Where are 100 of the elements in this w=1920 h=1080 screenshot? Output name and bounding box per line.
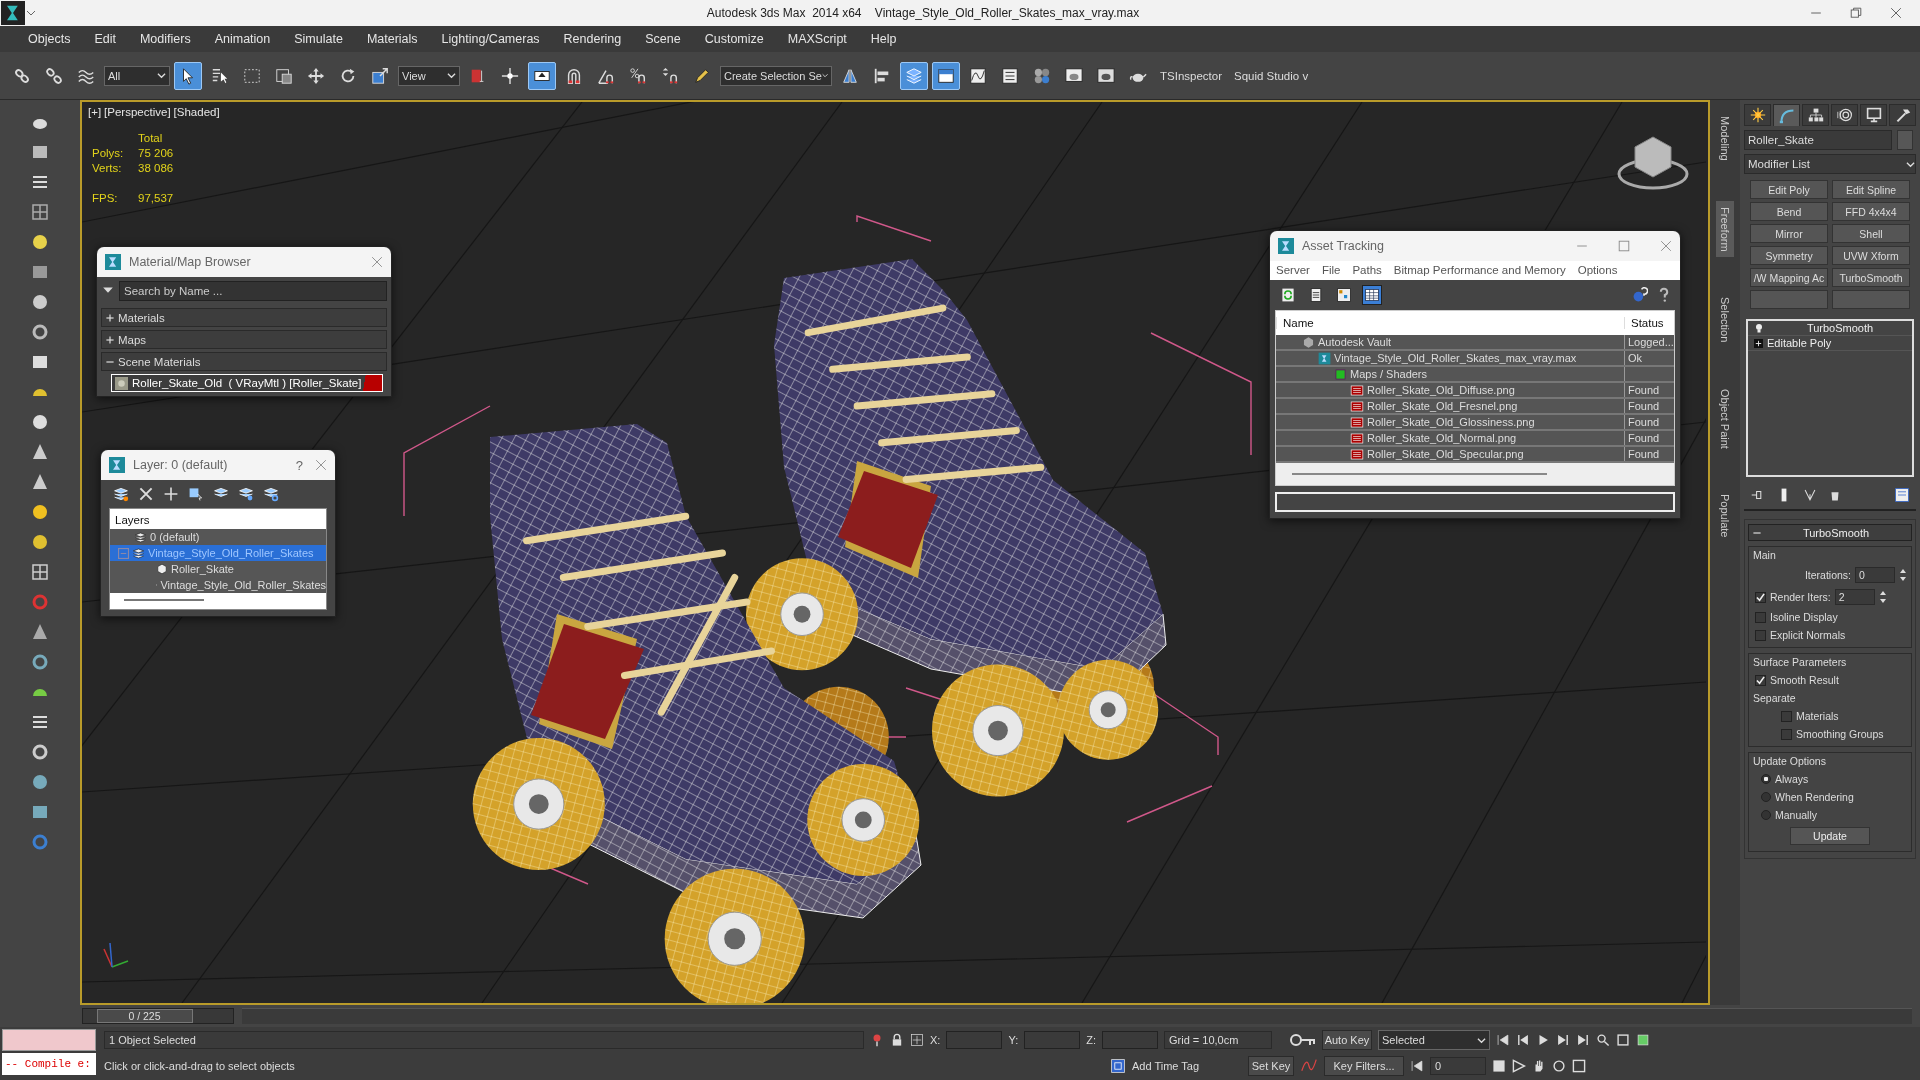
asset-name: Maps / Shaders: [1350, 368, 1428, 380]
frame-field[interactable]: 0: [1430, 1057, 1486, 1075]
stats-value: 38 086: [138, 162, 174, 174]
menu-item[interactable]: Animation: [202, 32, 283, 46]
checkbox-label: Isoline Display: [1770, 611, 1838, 623]
group-header[interactable]: Scene Materials: [101, 352, 387, 371]
asset-row[interactable]: Vintage_Style_Old_Roller_Skates_max_vray.max Ok: [1276, 351, 1674, 367]
group-header[interactable]: Materials: [101, 308, 387, 327]
modifier-button[interactable]: Symmetry: [1750, 246, 1828, 265]
viewport-label[interactable]: [+]: [88, 106, 102, 118]
viewport-label[interactable]: [Shaded]: [173, 106, 220, 118]
asset-status: Found: [1624, 447, 1674, 461]
viewport-label[interactable]: [Perspective]: [104, 106, 171, 118]
group-title: Update Options: [1753, 755, 1827, 767]
stats-label: Polys:: [92, 147, 125, 159]
asset-name: Roller_Skate_Old_Normal.png: [1367, 432, 1517, 444]
asset-name: Roller_Skate_Old_Fresnel.png: [1367, 400, 1518, 412]
menu-item[interactable]: MAXScript: [775, 32, 859, 46]
stack-item[interactable]: TurboSmooth: [1748, 321, 1912, 336]
ribbon-tab[interactable]: Modeling: [1716, 110, 1734, 167]
menu-item[interactable]: Modifiers: [127, 32, 203, 46]
menu-item[interactable]: File: [1321, 264, 1341, 276]
menu-item[interactable]: Simulate: [282, 32, 355, 46]
menu-item[interactable]: Objects: [16, 32, 83, 46]
window-title: Material/Map Browser: [129, 255, 252, 269]
layer-row[interactable]: 0 (default): [110, 529, 326, 545]
toolbar-dropdown[interactable]: View: [398, 65, 460, 86]
toolbar-dropdown[interactable]: All: [104, 65, 170, 86]
modifier-button[interactable]: /W Mapping Ac: [1750, 268, 1828, 287]
toolbar-tab[interactable]: Squid Studio v: [1230, 69, 1313, 82]
layer-row[interactable]: Roller_Skate: [110, 561, 326, 577]
object-name-field[interactable]: Roller_Skate: [1744, 130, 1892, 150]
asset-row[interactable]: Maps / Shaders: [1276, 367, 1674, 383]
radio-label: Manually: [1775, 809, 1818, 821]
menu-item[interactable]: Materials: [354, 32, 430, 46]
modifier-button[interactable]: Bend: [1750, 202, 1828, 221]
asset-row[interactable]: Autodesk Vault Logged...: [1276, 335, 1674, 351]
stats-header: Total: [138, 132, 164, 144]
time-slider[interactable]: 0 / 225: [82, 1008, 234, 1024]
modifier-button[interactable]: FFD 4x4x4: [1832, 202, 1910, 221]
search-field[interactable]: Search by Name ...: [119, 281, 387, 301]
ribbon-tab[interactable]: Freeform: [1716, 200, 1734, 258]
column-header[interactable]: Name: [1276, 317, 1624, 329]
group-title: Main: [1753, 549, 1777, 561]
group-header[interactable]: Maps: [101, 330, 387, 349]
material-item[interactable]: Roller_Skate_Old ( VRayMtl ) [Roller_Skate]: [111, 374, 383, 392]
modifier-button[interactable]: Edit Spline: [1832, 180, 1910, 199]
key-filters-button[interactable]: Key Filters...: [1324, 1056, 1404, 1076]
menu-item[interactable]: Rendering: [551, 32, 634, 46]
menu-item[interactable]: Customize: [692, 32, 776, 46]
modifier-button[interactable]: Edit Poly: [1750, 180, 1828, 199]
modifier-button[interactable]: TurboSmooth: [1832, 268, 1910, 287]
update-button[interactable]: Update: [1790, 827, 1870, 845]
menu-item[interactable]: Edit: [82, 32, 128, 46]
layer-row[interactable]: Vintage_Style_Old_Roller_Skates: [110, 577, 326, 593]
stats-value: 75 206: [138, 147, 174, 159]
menu-item[interactable]: Options: [1577, 264, 1618, 276]
spinner-field[interactable]: 0: [1855, 567, 1895, 583]
modifier-list-dropdown[interactable]: Modifier List: [1744, 154, 1916, 174]
asset-status: Ok: [1624, 351, 1674, 365]
column-header[interactable]: Status: [1624, 317, 1674, 329]
ribbon-tab[interactable]: Object Paint: [1716, 382, 1734, 455]
menu-item[interactable]: Paths: [1352, 264, 1382, 276]
modifier-button[interactable]: Mirror: [1750, 224, 1828, 243]
spinner-field[interactable]: 2: [1834, 589, 1875, 605]
key-mode-dropdown[interactable]: Selected: [1378, 1030, 1490, 1050]
ribbon-tab[interactable]: Selection: [1716, 291, 1734, 349]
asset-status: Found: [1624, 383, 1674, 397]
asset-row[interactable]: Roller_Skate_Old_Fresnel.png Found: [1276, 399, 1674, 415]
menu-item[interactable]: Lighting/Cameras: [429, 32, 552, 46]
window-title: Autodesk 3ds Max 2014 x64 Vintage_Style_Old_Roller_Skates_max_vray.max: [705, 6, 1141, 20]
auto-key-button[interactable]: Auto Key: [1322, 1030, 1372, 1050]
time-tag-button[interactable]: Add Time Tag: [1132, 1060, 1242, 1072]
listener-output[interactable]: -- Compile e:: [2, 1053, 96, 1075]
toolbar-tab[interactable]: TSInspector: [1156, 69, 1226, 82]
stack-item[interactable]: Editable Poly: [1748, 336, 1912, 351]
stats-label: FPS:: [92, 192, 119, 204]
radio-label: When Rendering: [1775, 791, 1854, 803]
window-title: Asset Tracking: [1302, 239, 1385, 253]
menu-item[interactable]: Bitmap Performance and Memory: [1393, 264, 1566, 276]
help-button[interactable]: ?: [291, 457, 307, 473]
asset-row[interactable]: Roller_Skate_Old_Diffuse.png Found: [1276, 383, 1674, 399]
rollout-header[interactable]: TurboSmooth: [1748, 524, 1912, 541]
asset-row[interactable]: Roller_Skate_Old_Specular.png Found: [1276, 447, 1674, 463]
grid-size-readout: Grid = 10,0cm: [1164, 1031, 1272, 1049]
menu-item[interactable]: Scene: [633, 32, 693, 46]
menu-item[interactable]: Server: [1276, 264, 1310, 276]
group-label: Separate: [1753, 692, 1796, 704]
modifier-button[interactable]: UVW Xform: [1832, 246, 1910, 265]
modifier-button[interactable]: Shell: [1832, 224, 1910, 243]
asset-row[interactable]: Roller_Skate_Old_Normal.png Found: [1276, 431, 1674, 447]
asset-row[interactable]: Roller_Skate_Old_Glossiness.png Found: [1276, 415, 1674, 431]
prompt-text: Click or click-and-drag to select objects: [104, 1060, 296, 1072]
menu-item[interactable]: Help: [858, 32, 909, 46]
toolbar-dropdown[interactable]: Create Selection Se: [720, 65, 832, 86]
checkbox-label: Materials: [1796, 710, 1839, 722]
ribbon-tab[interactable]: Populate: [1716, 488, 1734, 544]
checkbox-label: Smooth Result: [1770, 674, 1839, 686]
set-key-button[interactable]: Set Key: [1248, 1056, 1294, 1076]
time-slider-thumb[interactable]: 0 / 225: [96, 1009, 193, 1023]
